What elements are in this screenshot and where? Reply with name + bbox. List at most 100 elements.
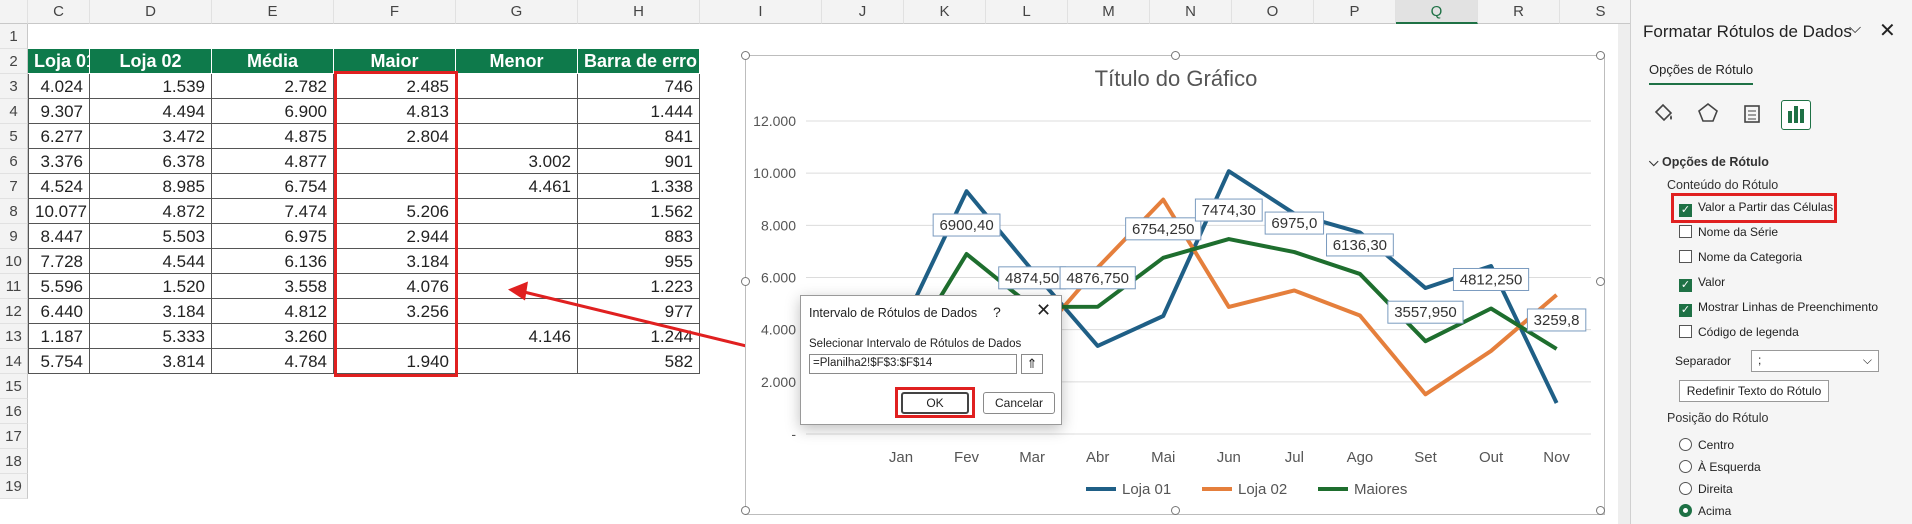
data-label: 6754,250: [1132, 221, 1195, 238]
close-icon[interactable]: ✕: [1036, 300, 1051, 321]
y-tick-label: 2.000: [761, 374, 796, 390]
checkbox-box[interactable]: [1679, 250, 1692, 263]
section-title: Opções de Rótulo: [1661, 155, 1769, 169]
x-tick-label: Nov: [1543, 449, 1570, 466]
cancel-button[interactable]: Cancelar: [983, 392, 1055, 414]
bar-options-icon[interactable]: [1781, 100, 1811, 130]
checkbox-label: Código de legenda: [1698, 325, 1799, 339]
separator-select[interactable]: ; ⌵: [1751, 350, 1879, 372]
dialog-title: Intervalo de Rótulos de Dados: [809, 306, 978, 320]
chevron-down-icon: ⌵: [1649, 155, 1659, 169]
checkbox-label: Valor: [1698, 275, 1726, 289]
chart[interactable]: Título do Gráfico - 2.000 4.000 6.000 8.000 10…: [741, 51, 1606, 516]
radio-centro[interactable]: Centro: [1679, 438, 1734, 452]
reset-label-text-button[interactable]: Redefinir Texto do Rótulo: [1679, 380, 1829, 402]
x-tick-label: Mai: [1151, 449, 1175, 466]
y-tick-label: -: [791, 426, 796, 442]
y-tick-label: 6.000: [761, 270, 796, 286]
size-icon[interactable]: [1737, 100, 1767, 130]
resize-handle[interactable]: [1171, 51, 1180, 60]
x-tick-label: Ago: [1347, 449, 1374, 466]
radio-label: Acima: [1698, 504, 1732, 518]
range-label: Selecionar Intervalo de Rótulos de Dados: [809, 338, 1022, 350]
data-label: 4812,250: [1460, 271, 1523, 288]
x-tick-label: Out: [1479, 449, 1504, 466]
radio-direita[interactable]: Direita: [1679, 482, 1733, 496]
arrow-head: [508, 281, 528, 301]
data-label: 6136,30: [1333, 237, 1387, 254]
x-tick-label: Jul: [1285, 449, 1304, 466]
x-tick-label: Jun: [1217, 449, 1241, 466]
checkbox-valor[interactable]: ✓ Valor: [1679, 275, 1725, 292]
checkbox-mostrar-linhas-de-preenchimento[interactable]: ✓ Mostrar Linhas de Preenchimento: [1679, 300, 1878, 317]
position-label: Posição do Rótulo: [1667, 411, 1769, 425]
checkbox-box[interactable]: ✓: [1679, 279, 1692, 292]
radio-circle[interactable]: [1679, 504, 1692, 517]
checkbox-label: Valor a Partir das Células: [1698, 200, 1834, 214]
chevron-down-icon[interactable]: ⌵: [1849, 20, 1861, 38]
data-label: 6900,40: [939, 217, 993, 234]
radio-circle[interactable]: [1679, 460, 1692, 473]
vertical-scrollbar[interactable]: [1618, 24, 1630, 524]
close-icon[interactable]: ✕: [1879, 18, 1896, 43]
content-label: Conteúdo do Rótulo: [1667, 178, 1779, 192]
radio-acima[interactable]: Acima: [1679, 504, 1731, 518]
section-label-options[interactable]: ⌵ Opções de Rótulo: [1649, 155, 1769, 170]
fill-icon[interactable]: [1649, 100, 1679, 130]
checkbox-nome-da-categoria[interactable]: Nome da Categoria: [1679, 250, 1802, 264]
resize-handle[interactable]: [1596, 51, 1605, 60]
resize-handle[interactable]: [1596, 277, 1605, 286]
data-label: 7474,30: [1202, 202, 1256, 219]
chevron-down-icon: ⌵: [1862, 353, 1872, 367]
resize-handle[interactable]: [741, 277, 750, 286]
checkbox-box[interactable]: [1679, 325, 1692, 338]
panel-title: Formatar Rótulos de Dados: [1643, 22, 1852, 41]
data-label: 4876,750: [1066, 270, 1129, 287]
y-tick-label: 8.000: [761, 217, 796, 233]
checkbox-label: Mostrar Linhas de Preenchimento: [1698, 300, 1879, 314]
radio-label: Direita: [1698, 482, 1733, 496]
resize-handle[interactable]: [741, 51, 750, 60]
resize-handle[interactable]: [1171, 506, 1180, 515]
resize-handle[interactable]: [1596, 506, 1605, 515]
x-tick-label: Set: [1414, 449, 1437, 466]
chart-title: Título do Gráfico: [1095, 66, 1258, 91]
y-tick-label: 10.000: [753, 165, 796, 181]
label-range-dialog[interactable]: Intervalo de Rótulos de Dados ? ✕ Seleci…: [800, 295, 1062, 425]
range-input[interactable]: =Planilha2!$F$3:$F$14: [809, 354, 1017, 374]
collapse-icon[interactable]: ⇑: [1021, 354, 1043, 374]
checkbox-box[interactable]: ✓: [1679, 204, 1692, 217]
ok-button[interactable]: OK: [901, 392, 969, 414]
checkbox-valor-a-partir-das-c-lulas[interactable]: ✓ Valor a Partir das Células: [1679, 200, 1833, 217]
separator-label: Separador: [1675, 354, 1732, 368]
chart-plot[interactable]: Título do Gráfico - 2.000 4.000 6.000 8.000 10…: [746, 56, 1606, 516]
checkbox-label: Nome da Série: [1698, 225, 1779, 239]
format-panel: Formatar Rótulos de Dados ⌵ ✕ Opções de …: [1630, 0, 1912, 524]
radio-circle[interactable]: [1679, 438, 1692, 451]
checkbox-box[interactable]: ✓: [1679, 304, 1692, 317]
checkbox-c-digo-de-legenda[interactable]: Código de legenda: [1679, 325, 1799, 339]
x-tick-label: Mar: [1019, 449, 1045, 466]
legend-label: Maiores: [1354, 481, 1407, 498]
legend-label: Loja 01: [1122, 481, 1171, 498]
checkbox-nome-da-s-rie[interactable]: Nome da Série: [1679, 225, 1778, 239]
help-icon[interactable]: ?: [993, 304, 1001, 320]
radio-label: Centro: [1698, 438, 1735, 452]
checkbox-box[interactable]: [1679, 225, 1692, 238]
x-tick-label: Fev: [954, 449, 980, 466]
data-label: 3259,8: [1534, 312, 1580, 329]
legend-label: Loja 02: [1238, 481, 1287, 498]
radio-label: À Esquerda: [1698, 460, 1761, 474]
radio--esquerda[interactable]: À Esquerda: [1679, 460, 1761, 474]
separator-value: ;: [1758, 353, 1762, 367]
resize-handle[interactable]: [741, 506, 750, 515]
x-tick-label: Jan: [889, 449, 913, 466]
y-tick-label: 12.000: [753, 113, 796, 129]
radio-circle[interactable]: [1679, 482, 1692, 495]
y-tick-label: 4.000: [761, 322, 796, 338]
tab-label-options[interactable]: Opções de Rótulo: [1649, 62, 1754, 85]
effects-icon[interactable]: [1693, 100, 1723, 130]
data-label: 6975,0: [1271, 215, 1317, 232]
data-label: 3557,950: [1394, 304, 1457, 321]
x-tick-label: Abr: [1086, 449, 1109, 466]
